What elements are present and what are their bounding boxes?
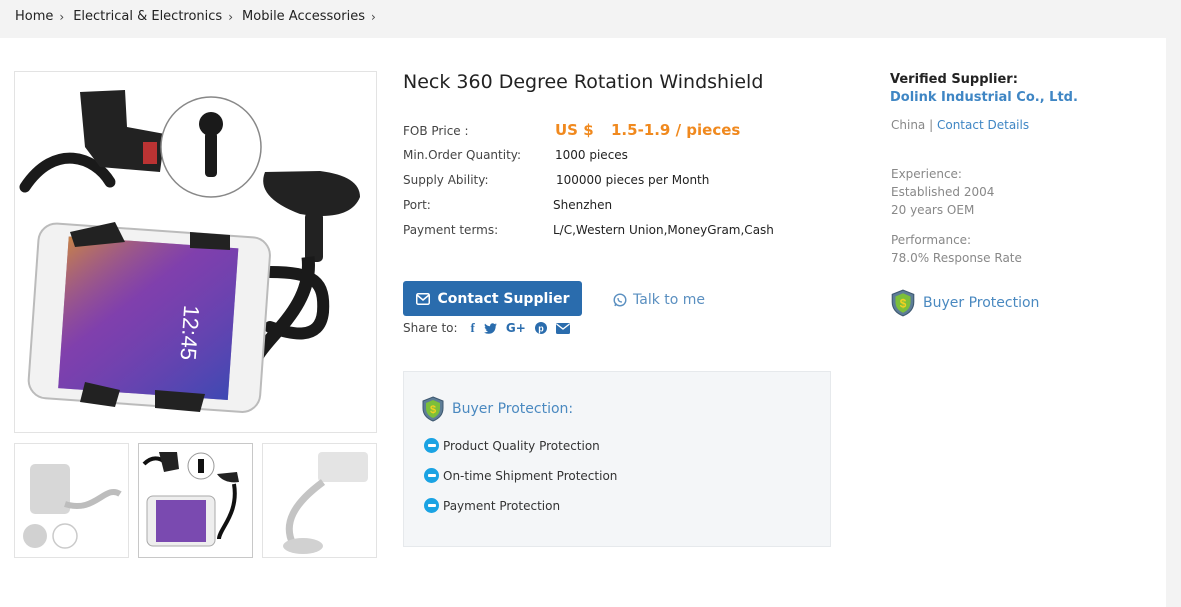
payment-label: Payment terms: — [403, 223, 499, 237]
talk-to-me-label: Talk to me — [633, 292, 706, 308]
supply-label: Supply Ability: — [403, 173, 489, 187]
thumbnail-image — [23, 464, 122, 549]
supplier-name-link[interactable]: Dolink Industrial Co., Ltd. — [890, 90, 1078, 105]
breadcrumb-home[interactable]: Home — [15, 9, 53, 24]
chevron-right-icon: › — [371, 9, 376, 24]
breadcrumb-category[interactable]: Electrical & Electronics — [73, 9, 222, 24]
main-product-image[interactable]: 12:45 — [14, 71, 377, 433]
thumbnail-3[interactable] — [262, 443, 377, 558]
contact-details-link[interactable]: Contact Details — [937, 118, 1029, 132]
response-rate-text: 78.0% Response Rate — [891, 251, 1022, 265]
price-currency: US $ — [555, 121, 594, 139]
share-label: Share to: — [403, 321, 458, 335]
thumbnail-1[interactable] — [14, 443, 129, 558]
protection-item: Payment Protection — [424, 498, 560, 513]
google-plus-icon[interactable]: G+ — [506, 321, 526, 335]
port-label: Port: — [403, 198, 431, 212]
contact-supplier-label: Contact Supplier — [437, 290, 570, 307]
thumbnail-2[interactable] — [138, 443, 253, 558]
divider: | — [929, 118, 934, 132]
phone-holder-image: 12:45 — [19, 90, 360, 413]
supplier-buyer-protection-label: Buyer Protection — [923, 295, 1040, 311]
twitter-icon[interactable] — [483, 322, 497, 334]
moq-value: 1000 pieces — [555, 148, 628, 162]
product-title: Neck 360 Degree Rotation Windshield — [403, 71, 764, 93]
supplier-location: China | Contact Details — [891, 118, 1029, 132]
protection-item-label: On-time Shipment Protection — [443, 468, 618, 483]
contact-supplier-button[interactable]: Contact Supplier — [403, 281, 582, 316]
breadcrumb-subcategory[interactable]: Mobile Accessories — [242, 9, 365, 24]
email-icon[interactable] — [555, 322, 570, 334]
established-text: Established 2004 — [891, 185, 995, 199]
protection-item-label: Product Quality Protection — [443, 438, 600, 453]
envelope-icon — [415, 292, 430, 305]
share-bar: Share to: f G+ p — [403, 320, 570, 336]
check-badge-icon — [424, 498, 439, 513]
svg-text:$: $ — [900, 296, 907, 310]
payment-value: L/C,Western Union,MoneyGram,Cash — [553, 223, 774, 237]
supplier-buyer-protection-link[interactable]: $ Buyer Protection — [891, 289, 1039, 317]
fob-price-label: FOB Price : — [403, 124, 469, 138]
pinterest-icon[interactable]: p — [534, 322, 547, 334]
chevron-right-icon: › — [228, 9, 234, 24]
protection-item: Product Quality Protection — [424, 438, 600, 453]
supplier-country: China — [891, 118, 926, 132]
chevron-right-icon: › — [59, 9, 65, 24]
breadcrumb: Home › Electrical & Electronics › Mobile… — [15, 9, 385, 24]
svg-text:12:45: 12:45 — [175, 304, 204, 361]
performance-label: Performance: — [891, 233, 972, 247]
talk-to-me-link[interactable]: Talk to me — [613, 292, 705, 308]
check-badge-icon — [424, 438, 439, 453]
buyer-protection-heading: $ Buyer Protection: — [422, 396, 573, 422]
whatsapp-icon — [613, 293, 627, 307]
thumbnail-image — [142, 452, 239, 547]
shield-icon: $ — [891, 289, 915, 317]
protection-item: On-time Shipment Protection — [424, 468, 617, 483]
thumbnail-image — [283, 452, 368, 554]
svg-text:$: $ — [430, 404, 436, 416]
verified-supplier-label: Verified Supplier: — [890, 72, 1018, 87]
oem-text: 20 years OEM — [891, 203, 975, 217]
shield-icon: $ — [422, 396, 444, 422]
check-badge-icon — [424, 468, 439, 483]
buyer-protection-box: $ Buyer Protection: Product Quality Prot… — [403, 371, 831, 547]
protection-item-label: Payment Protection — [443, 498, 561, 513]
port-value: Shenzhen — [553, 198, 613, 212]
svg-text:p: p — [538, 323, 544, 333]
experience-label: Experience: — [891, 167, 962, 181]
moq-label: Min.Order Quantity: — [403, 148, 522, 162]
buyer-protection-title: Buyer Protection: — [452, 401, 574, 417]
supply-value: 100000 pieces per Month — [556, 173, 710, 187]
price-value: 1.5-1.9 / pieces — [611, 121, 741, 139]
facebook-icon[interactable]: f — [471, 320, 475, 336]
